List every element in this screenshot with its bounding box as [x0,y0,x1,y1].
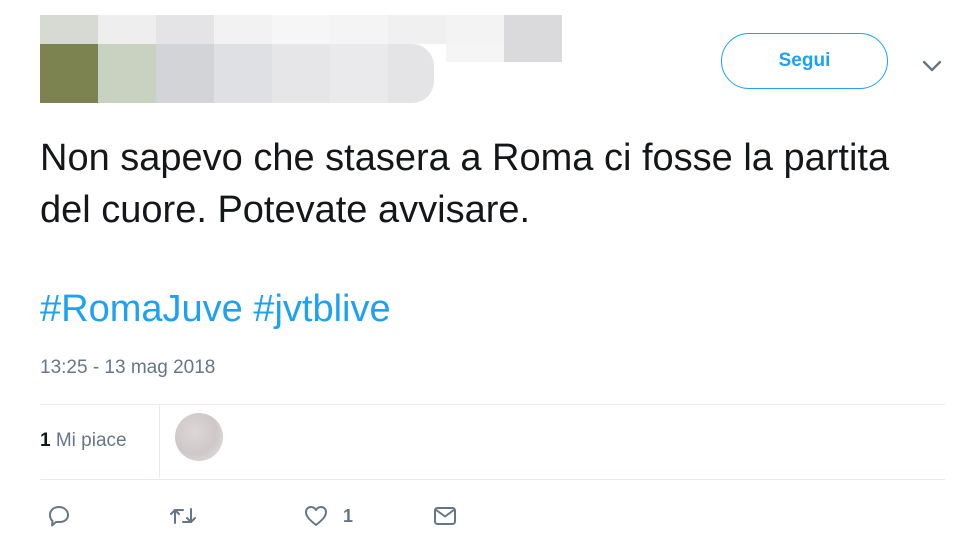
chevron-down-icon[interactable] [918,52,946,80]
reply-button[interactable] [46,503,72,529]
direct-message-button[interactable] [432,503,458,529]
blurred-user-identity [40,15,565,103]
follow-button[interactable]: Segui [721,33,888,89]
divider [40,404,945,405]
avatar[interactable] [175,413,223,461]
retweet-icon [170,508,196,524]
retweet-button[interactable] [168,503,198,529]
likes-label: Mi piace [55,430,127,451]
divider [40,479,945,480]
tweet-timestamp[interactable]: 13:25 - 13 mag 2018 [40,357,215,379]
hashtags: #RomaJuve #jvtblive [40,286,391,332]
heart-icon [305,506,327,526]
envelope-icon [434,507,456,525]
likes-stat[interactable]: 1 Mi piace [40,430,127,452]
hashtag-link[interactable]: #jvtblive [253,288,390,330]
reply-icon [49,506,69,527]
tweet-text: Non sapevo che stasera a Roma ci fosse l… [40,137,890,231]
hashtag-link[interactable]: #RomaJuve [40,288,243,330]
likes-count: 1 [40,430,51,451]
like-button[interactable]: 1 [303,503,353,529]
like-count: 1 [343,505,354,526]
divider [159,405,160,478]
